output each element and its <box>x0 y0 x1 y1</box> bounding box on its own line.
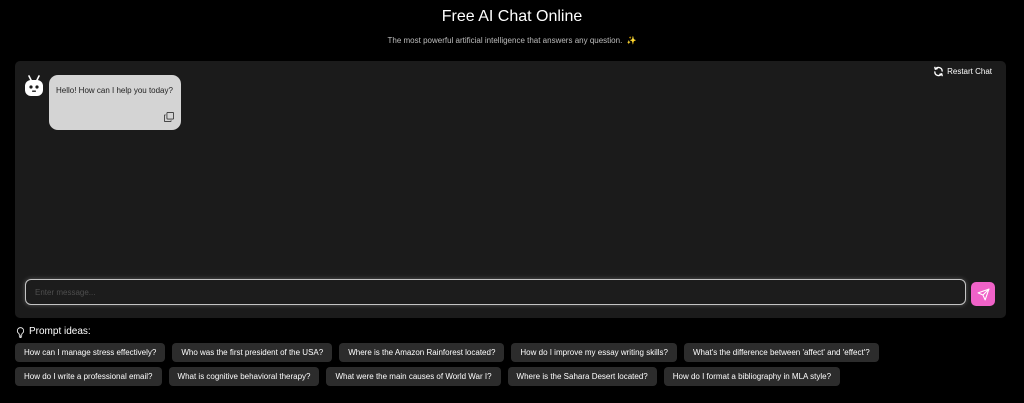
bot-message-text: Hello! How can I help you today? <box>56 86 173 95</box>
prompt-chip[interactable]: How do I write a professional email? <box>15 367 162 386</box>
lightbulb-icon <box>16 326 25 338</box>
prompt-ideas-row-1: How can I manage stress effectively? Who… <box>15 343 879 362</box>
page: Free AI Chat Online The most powerful ar… <box>0 0 1024 403</box>
restart-chat-label: Restart Chat <box>947 66 992 76</box>
subtitle-text: The most powerful artificial intelligenc… <box>387 36 623 45</box>
prompt-ideas-label: Prompt ideas: <box>29 326 91 337</box>
robot-icon <box>24 75 44 97</box>
prompt-chip[interactable]: How do I format a bibliography in MLA st… <box>663 367 841 386</box>
send-button[interactable] <box>971 282 995 306</box>
prompt-chip[interactable]: How do I improve my essay writing skills… <box>511 343 677 362</box>
message-input-container <box>25 279 966 305</box>
page-title: Free AI Chat Online <box>441 8 583 25</box>
message-input[interactable] <box>26 280 965 304</box>
prompt-chip[interactable]: What were the main causes of World War I… <box>326 367 501 386</box>
page-subtitle: The most powerful artificial intelligenc… <box>0 36 1024 46</box>
prompt-ideas-heading: Prompt ideas: <box>16 326 91 338</box>
prompt-chip[interactable]: How can I manage stress effectively? <box>15 343 166 362</box>
sparkle-emoji: ✨ <box>626 36 637 45</box>
copy-icon[interactable] <box>164 112 174 122</box>
paper-plane-icon <box>977 288 990 301</box>
refresh-icon <box>933 66 944 77</box>
prompt-chip[interactable]: What is cognitive behavioral therapy? <box>168 367 320 386</box>
prompt-chip[interactable]: Where is the Sahara Desert located? <box>507 367 657 386</box>
chat-panel: Restart Chat Hello! How can I help you t… <box>15 61 1006 318</box>
restart-chat-button[interactable]: Restart Chat <box>933 66 992 77</box>
bot-message-bubble: Hello! How can I help you today? <box>49 75 181 130</box>
prompt-chip[interactable]: Who was the first president of the USA? <box>172 343 333 362</box>
prompt-ideas-row-2: How do I write a professional email? Wha… <box>15 367 841 386</box>
prompt-chip[interactable]: Where is the Amazon Rainforest located? <box>339 343 505 362</box>
prompt-chip[interactable]: What's the difference between 'affect' a… <box>684 343 879 362</box>
